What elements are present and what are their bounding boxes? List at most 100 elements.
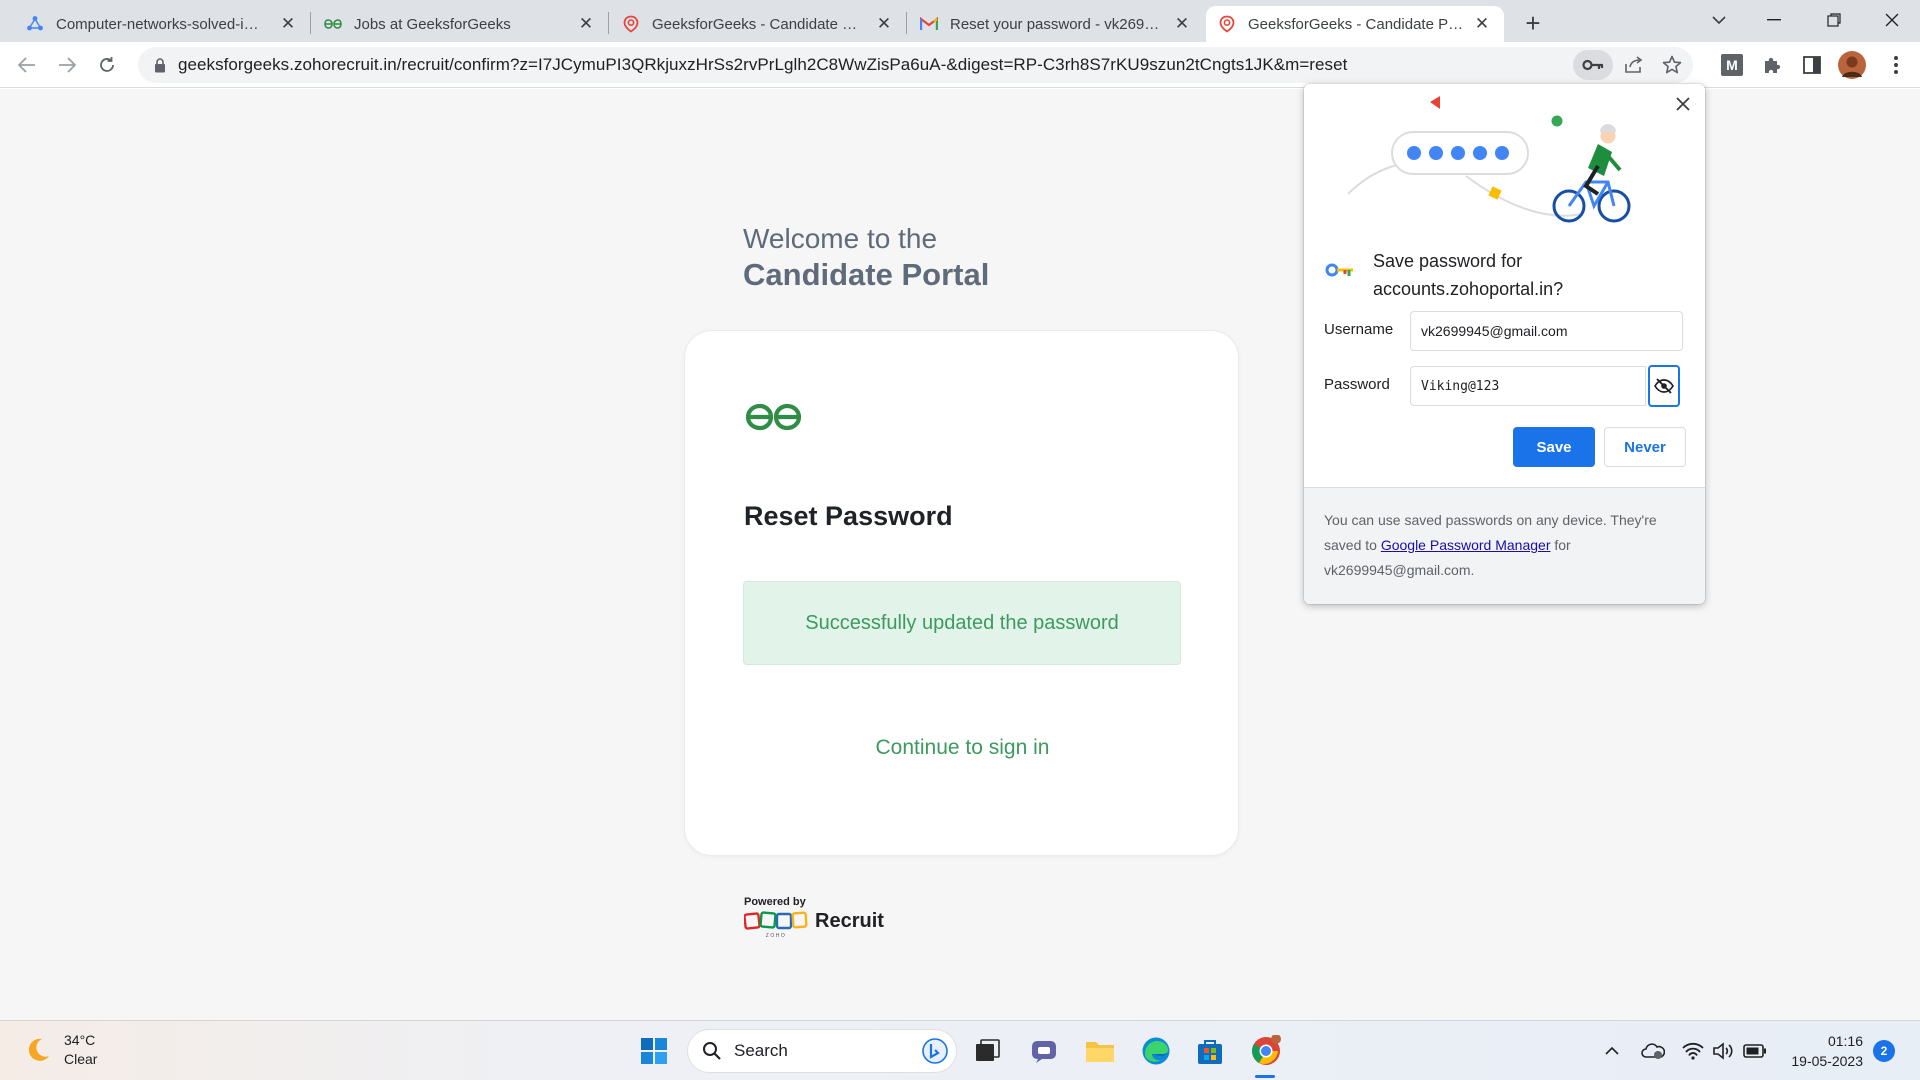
- tab-title: GeeksforGeeks - Candidate Porta: [652, 15, 866, 33]
- wifi-icon[interactable]: [1680, 1039, 1706, 1063]
- battery-icon[interactable]: [1742, 1039, 1768, 1063]
- new-tab-button[interactable]: +: [1518, 8, 1548, 38]
- task-view-icon[interactable]: [968, 1031, 1008, 1071]
- password-value: Viking@123: [1421, 378, 1500, 394]
- gfg-logo-icon: [745, 403, 802, 436]
- restore-button[interactable]: [1806, 0, 1862, 40]
- portal-title: Candidate Portal: [743, 257, 990, 292]
- file-explorer-icon[interactable]: [1080, 1031, 1120, 1071]
- tab-jobs-gfg[interactable]: Jobs at GeeksforGeeks ✕: [312, 6, 608, 42]
- microsoft-store-icon[interactable]: [1190, 1031, 1230, 1071]
- powered-by-label: Powered by: [744, 896, 806, 908]
- close-tab-icon[interactable]: ✕: [1172, 14, 1192, 34]
- tab-title: Computer-networks-solved-impo: [56, 15, 270, 33]
- profile-avatar[interactable]: [1838, 51, 1866, 79]
- success-alert: Successfully updated the password: [743, 581, 1181, 665]
- bing-icon: [922, 1038, 948, 1064]
- start-button[interactable]: [634, 1031, 674, 1071]
- username-label: Username: [1324, 321, 1394, 338]
- zoho-logo-icon: ZOHO: [744, 911, 808, 939]
- save-button[interactable]: Save: [1513, 427, 1595, 467]
- clock-date: 19-05-2023: [1791, 1053, 1863, 1069]
- password-illustration-icon: [1347, 96, 1631, 223]
- active-app-indicator: [1255, 1075, 1275, 1078]
- password-field[interactable]: Viking@123: [1410, 366, 1646, 406]
- browser-toolbar: geeksforgeeks.zohorecruit.in/recruit/con…: [0, 42, 1920, 88]
- gfg-favicon-icon: [324, 15, 342, 33]
- tab-title: Jobs at GeeksforGeeks: [354, 15, 511, 33]
- chrome-icon[interactable]: [1246, 1031, 1286, 1071]
- google-password-manager-link[interactable]: Google Password Manager: [1381, 537, 1551, 553]
- tab-title: Reset your password - vk2699945: [950, 15, 1164, 33]
- url-text[interactable]: geeksforgeeks.zohorecruit.in/recruit/con…: [178, 55, 1573, 75]
- notification-badge[interactable]: 2: [1873, 1040, 1895, 1062]
- reload-button[interactable]: [91, 49, 123, 81]
- username-field[interactable]: vk2699945@gmail.com: [1410, 311, 1683, 351]
- tab-divider: [310, 12, 311, 34]
- extension-m-letter: M: [1726, 57, 1738, 73]
- system-clock[interactable]: 01:16 19-05-2023: [1773, 1031, 1863, 1071]
- browser-menu-icon[interactable]: [1884, 53, 1908, 77]
- save-password-dialog: Save password for accounts.zohoportal.in…: [1304, 84, 1705, 604]
- tab-divider: [906, 12, 907, 34]
- close-window-button[interactable]: [1864, 0, 1920, 40]
- tab-divider: [608, 12, 609, 34]
- google-docs-favicon-icon: [26, 15, 44, 33]
- clock-time: 01:16: [1827, 1033, 1863, 1049]
- tab-reset-password-gmail[interactable]: Reset your password - vk2699945 ✕: [908, 6, 1204, 42]
- bookmark-star-icon[interactable]: [1655, 50, 1689, 80]
- close-tab-icon[interactable]: ✕: [1472, 14, 1492, 34]
- zoho-wordmark: ZOHO: [766, 933, 786, 939]
- moon-icon: [28, 1038, 49, 1061]
- reset-password-heading: Reset Password: [744, 501, 953, 531]
- search-placeholder: Search: [734, 1041, 788, 1060]
- dialog-footer: You can use saved passwords on any devic…: [1304, 487, 1705, 604]
- zoho-recruit-favicon-icon: [622, 15, 640, 33]
- password-label: Password: [1324, 376, 1390, 393]
- weather-condition: Clear: [64, 1051, 98, 1067]
- tab-candidate-portal-1[interactable]: GeeksforGeeks - Candidate Porta ✕: [610, 6, 906, 42]
- temperature: 34°C: [64, 1032, 96, 1048]
- save-password-question: Save password for accounts.zohoportal.in…: [1373, 251, 1564, 299]
- close-dialog-button[interactable]: [1671, 92, 1695, 116]
- back-button[interactable]: [11, 49, 43, 81]
- close-tab-icon[interactable]: ✕: [576, 14, 596, 34]
- search-icon: [703, 1042, 721, 1060]
- edge-browser-icon[interactable]: [1136, 1031, 1176, 1071]
- close-tab-icon[interactable]: ✕: [278, 14, 298, 34]
- taskbar-search[interactable]: Search: [687, 1029, 957, 1073]
- eye-off-icon: [1654, 378, 1674, 394]
- windows-icon: [641, 1038, 667, 1064]
- password-key-icon[interactable]: [1573, 50, 1613, 80]
- zoho-recruit-favicon-icon: [1218, 15, 1236, 33]
- username-value: vk2699945@gmail.com: [1421, 323, 1568, 339]
- toggle-password-visibility-button[interactable]: [1648, 365, 1680, 407]
- success-message: Successfully updated the password: [805, 611, 1119, 634]
- extensions-puzzle-icon[interactable]: [1760, 53, 1784, 77]
- tab-computer-networks[interactable]: Computer-networks-solved-impo ✕: [14, 6, 310, 42]
- teams-chat-icon[interactable]: [1024, 1031, 1064, 1071]
- close-tab-icon[interactable]: ✕: [874, 14, 894, 34]
- tab-title: GeeksforGeeks - Candidate Porta: [1248, 15, 1464, 33]
- never-button[interactable]: Never: [1604, 427, 1686, 467]
- onedrive-icon[interactable]: [1640, 1039, 1666, 1063]
- recruit-label: Recruit: [815, 910, 884, 932]
- address-bar[interactable]: geeksforgeeks.zohorecruit.in/recruit/con…: [138, 47, 1693, 83]
- reset-password-card: Reset Password Successfully updated the …: [684, 330, 1239, 856]
- password-key-icon: [1325, 262, 1355, 283]
- welcome-text: Welcome to the: [743, 223, 938, 254]
- minimize-button[interactable]: [1746, 0, 1802, 40]
- side-panel-icon[interactable]: [1800, 53, 1824, 77]
- tab-search-chevron-icon[interactable]: [1691, 0, 1747, 40]
- show-hidden-icons-chevron-icon[interactable]: [1602, 1039, 1622, 1063]
- weather-widget[interactable]: 34°C Clear: [24, 1031, 97, 1069]
- tab-candidate-portal-active[interactable]: GeeksforGeeks - Candidate Porta ✕: [1206, 6, 1504, 42]
- continue-to-sign-in-link[interactable]: Continue to sign in: [685, 736, 1240, 760]
- share-icon[interactable]: [1617, 50, 1651, 80]
- tab-strip: Computer-networks-solved-impo ✕ Jobs at …: [0, 0, 1920, 42]
- powered-by-zoho-recruit[interactable]: Powered by ZOHO Recruit: [744, 896, 884, 939]
- forward-button[interactable]: [51, 49, 83, 81]
- extension-m-icon[interactable]: M: [1720, 53, 1744, 77]
- lock-icon[interactable]: [142, 57, 178, 73]
- volume-icon[interactable]: [1710, 1039, 1736, 1063]
